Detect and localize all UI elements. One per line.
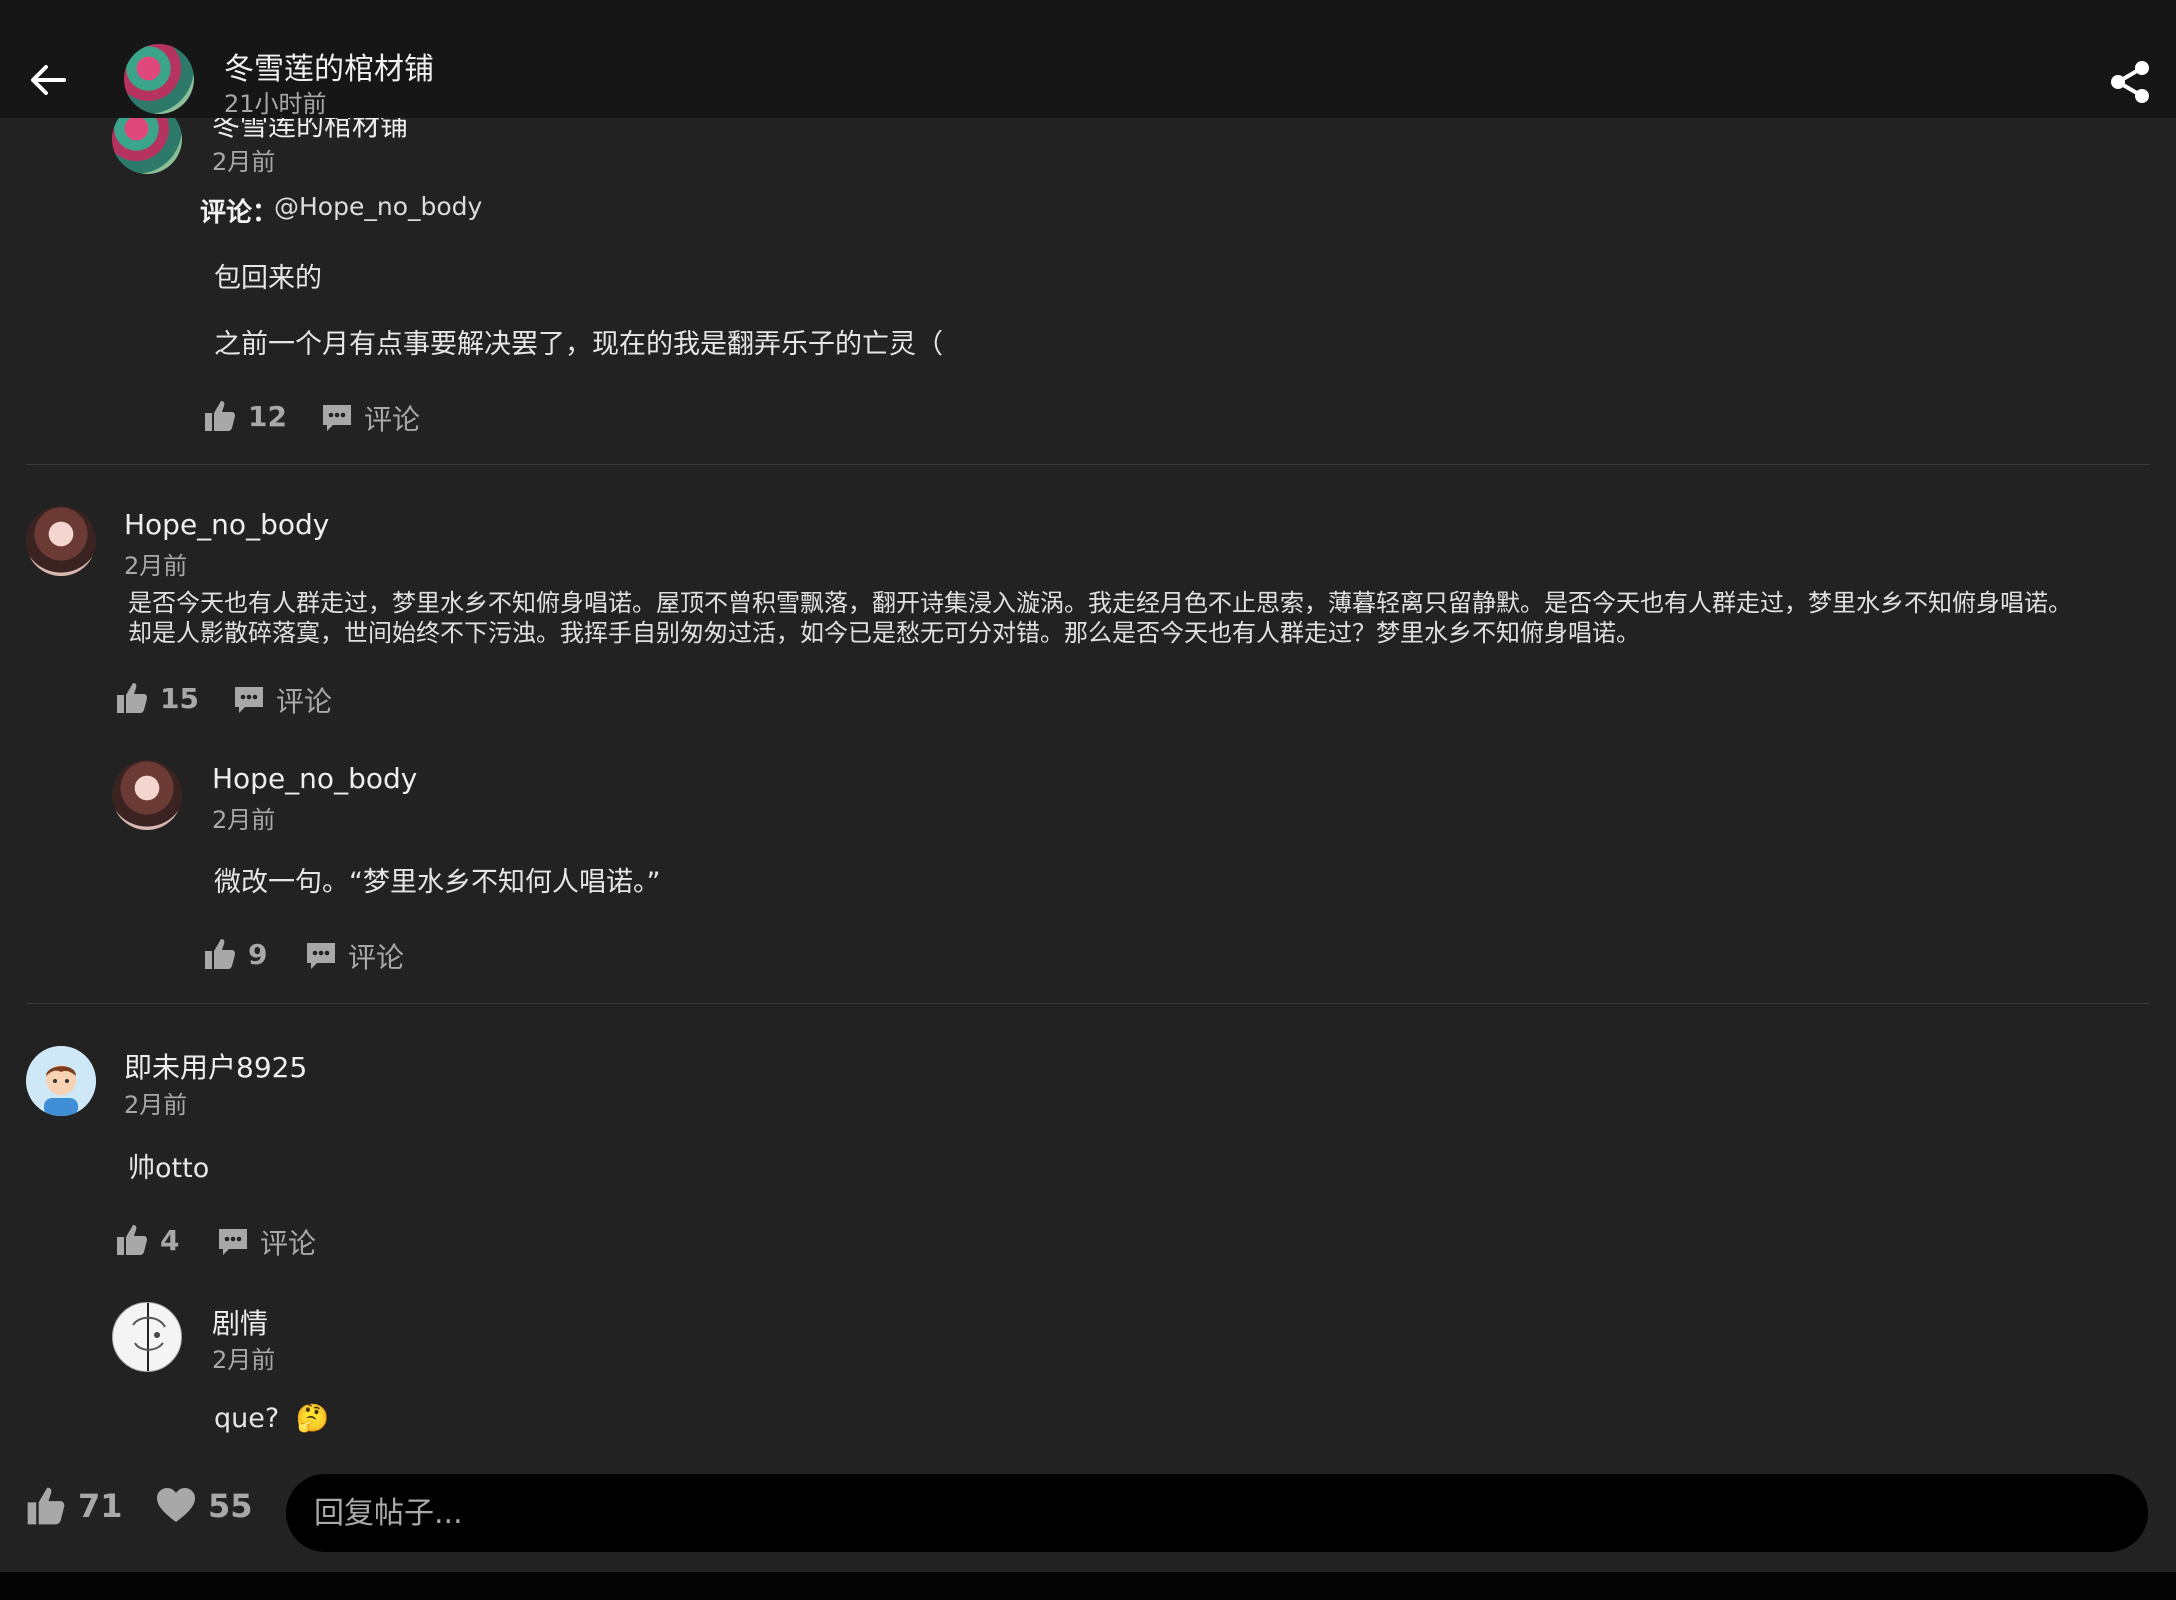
- comment-button-label: 评论: [364, 403, 421, 436]
- share-icon[interactable]: [2104, 56, 2156, 108]
- post-author-name[interactable]: 冬雪莲的棺材铺: [224, 44, 434, 88]
- system-bar: [0, 1572, 2176, 1600]
- thumbs-up-icon: [114, 1222, 150, 1258]
- reply-author-name[interactable]: 剧情: [212, 1302, 268, 1342]
- comment-button[interactable]: 评论: [232, 680, 332, 720]
- post-time: 21小时前: [224, 90, 327, 118]
- comment-time: 2月前: [124, 1091, 188, 1119]
- divider: [26, 464, 2150, 465]
- thumbs-up-icon: [24, 1484, 68, 1528]
- thumbs-up-icon: [202, 936, 238, 972]
- like-button[interactable]: 9: [202, 936, 267, 972]
- like-count: 15: [160, 681, 199, 715]
- avatar[interactable]: [26, 506, 96, 576]
- comment-bubble-icon: [232, 683, 266, 717]
- comment-button[interactable]: 评论: [320, 398, 420, 438]
- comment-bubble-icon: [304, 939, 338, 973]
- thumbs-up-icon: [202, 398, 238, 434]
- like-button[interactable]: 4: [114, 1222, 179, 1258]
- comment-button-label: 评论: [348, 941, 405, 974]
- top-bar: 冬雪莲的棺材铺 21小时前: [0, 0, 2176, 118]
- comment-text: 帅otto: [128, 1153, 210, 1184]
- post-like-count: 71: [78, 1487, 123, 1525]
- post-like-button[interactable]: 71: [24, 1484, 123, 1528]
- thumbs-up-icon: [114, 680, 150, 716]
- avatar[interactable]: [112, 1302, 182, 1372]
- mention-link[interactable]: @Hope_no_body: [274, 192, 482, 221]
- like-button[interactable]: 15: [114, 680, 199, 716]
- back-arrow-icon[interactable]: [24, 56, 72, 104]
- favorite-button[interactable]: 55: [154, 1484, 253, 1528]
- comment-text-line: 是否今天也有人群走过，梦里水乡不知俯身唱诺。屋顶不曾积雪飘落，翻开诗集浸入漩涡。…: [128, 589, 2072, 617]
- like-count: 4: [160, 1223, 180, 1257]
- like-count: 9: [248, 937, 268, 971]
- comment-text-line: 却是人影散碎落寞，世间始终不下污浊。我挥手自别匆匆过活，如今已是愁无可分对错。那…: [128, 619, 1640, 647]
- reply-time: 2月前: [212, 806, 276, 834]
- reply-text-line: 之前一个月有点事要解决罢了，现在的我是翻弄乐子的亡灵（: [214, 329, 943, 360]
- like-count: 12: [248, 399, 287, 433]
- comment-author-name[interactable]: 即未用户8925: [124, 1046, 307, 1086]
- divider: [26, 1003, 2150, 1004]
- favorite-count: 55: [208, 1487, 253, 1525]
- reply-text-line: 包回来的: [214, 263, 322, 294]
- comment-bubble-icon: [320, 401, 354, 435]
- reply-time: 2月前: [212, 1346, 276, 1374]
- avatar[interactable]: [112, 760, 182, 830]
- reply-post-input[interactable]: [286, 1474, 2148, 1552]
- comment-button[interactable]: 评论: [304, 936, 404, 976]
- comment-bubble-icon: [216, 1225, 250, 1259]
- comment-label: 评论：: [200, 198, 279, 228]
- comment-time: 2月前: [124, 552, 188, 580]
- avatar[interactable]: [124, 44, 194, 114]
- comment-button[interactable]: 评论: [216, 1222, 316, 1262]
- comment-button-label: 评论: [276, 685, 333, 718]
- comment-author-name[interactable]: Hope_no_body: [124, 508, 329, 541]
- reply-text: 微改一句。“梦里水乡不知何人唱诺。”: [214, 867, 661, 898]
- reply-text: que? 🤔: [214, 1402, 329, 1434]
- reply-author-name[interactable]: Hope_no_body: [212, 762, 417, 795]
- reply-time: 2月前: [212, 148, 276, 176]
- thinking-emoji-icon: 🤔: [295, 1403, 330, 1434]
- comment-button-label: 评论: [260, 1227, 317, 1260]
- reply-text-content: que?: [214, 1403, 280, 1434]
- avatar[interactable]: [26, 1046, 96, 1116]
- like-button[interactable]: 12: [202, 398, 287, 434]
- heart-icon: [154, 1484, 198, 1528]
